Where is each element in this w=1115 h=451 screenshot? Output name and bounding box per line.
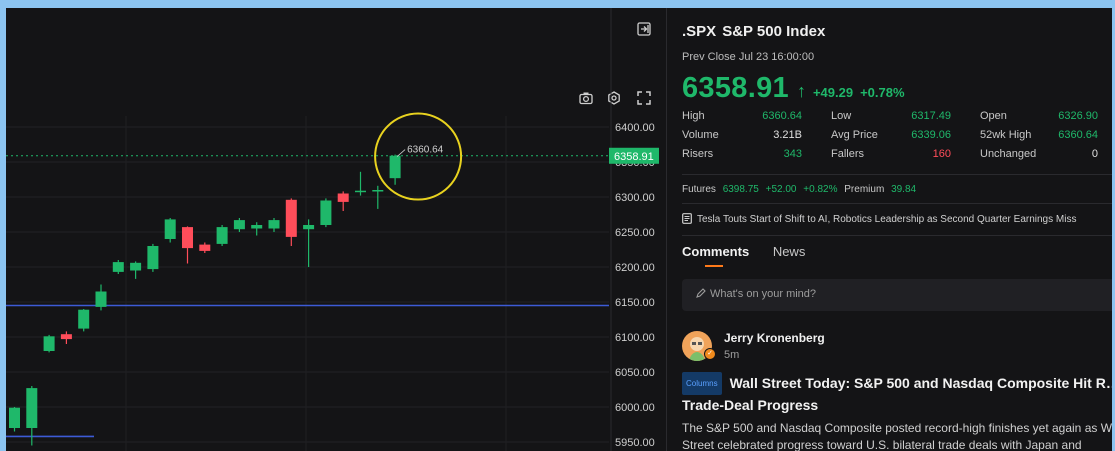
app-window: 6360.646400.006350.006300.006250.006200.…	[6, 8, 1112, 451]
price-axis-label: 6300.00	[615, 192, 655, 204]
candle-body	[9, 407, 20, 428]
stat-label: 52wk High	[980, 129, 1032, 141]
quote-panel: .SPX S&P 500 Index Prev Close Jul 23 16:0…	[666, 8, 1112, 451]
chart-pane[interactable]: 6360.646400.006350.006300.006250.006200.…	[6, 8, 661, 451]
candle-body	[43, 336, 55, 351]
price-axis-label: 6400.00	[615, 122, 655, 134]
composer-placeholder: What's on your mind?	[710, 288, 817, 300]
post-title-text: Wall Street Today: S&P 500 and Nasdaq Co…	[682, 375, 1112, 413]
stat-label: Low	[831, 110, 852, 122]
price-axis-label: 6100.00	[615, 332, 655, 344]
candle-body	[182, 227, 193, 249]
ticker-symbol: .SPX	[682, 23, 717, 40]
candle-body	[130, 262, 142, 271]
stat-value: 160	[932, 148, 951, 160]
last-price: 6358.91	[682, 72, 789, 104]
category-badge: Columns	[682, 372, 722, 395]
highlight-circle	[374, 112, 463, 201]
stat-value: 0	[1091, 148, 1098, 160]
post-body: The S&P 500 and Nasdaq Composite posted …	[682, 421, 1112, 451]
premium-label: Premium	[844, 184, 885, 195]
price-axis-label: 6150.00	[615, 297, 655, 309]
candle-body	[216, 227, 228, 244]
stat-value: 6339.06	[911, 129, 951, 141]
stat-value: 6360.64	[762, 110, 802, 122]
stat-label: Open	[980, 110, 1007, 122]
stat-label: High	[682, 110, 705, 122]
tab-news[interactable]: News	[773, 244, 806, 259]
arrow-up-icon: ↑	[796, 81, 806, 101]
candle-body	[337, 193, 349, 202]
candle-body	[112, 262, 124, 272]
stats-row: Risers 343 Fallers 160 Unchanged 0	[682, 148, 1112, 167]
price-axis-label: 6000.00	[615, 402, 655, 414]
comment-composer[interactable]: What's on your mind?	[682, 279, 1112, 311]
candle-body	[285, 199, 297, 237]
news-headline-text: Tesla Touts Start of Shift to AI, Roboti…	[697, 214, 1077, 225]
post-title[interactable]: Columns Wall Street Today: S&P 500 and Na…	[682, 372, 1112, 416]
quote-header: .SPX S&P 500 Index	[682, 23, 825, 40]
verified-badge-icon: ✓	[704, 348, 716, 360]
stat-label: Risers	[682, 148, 714, 160]
candle-body	[372, 190, 384, 192]
candle-body	[164, 219, 176, 239]
current-price-tag-label: 6358.91	[614, 151, 654, 163]
stat-label: Avg Price	[831, 129, 878, 141]
tab-bar: Comments News	[682, 244, 825, 259]
candle-body	[95, 291, 107, 307]
index-name: S&P 500 Index	[722, 23, 826, 40]
stat-value: 6360.64	[1058, 129, 1098, 141]
candle-body	[147, 246, 159, 270]
news-headline-link[interactable]: Tesla Touts Start of Shift to AI, Roboti…	[682, 213, 1076, 227]
divider	[682, 235, 1112, 236]
futures-row[interactable]: Futures 6398.75 +52.00 +0.82% Premium 39…	[682, 184, 916, 195]
candle-body	[199, 244, 211, 251]
candlestick-chart[interactable]: 6360.646400.006350.006300.006250.006200.…	[6, 8, 661, 451]
candle-body	[251, 225, 263, 229]
stat-value: 343	[783, 148, 802, 160]
candle-body	[268, 220, 280, 229]
divider	[682, 174, 1112, 175]
futures-label: Futures	[682, 184, 716, 195]
stat-label: Unchanged	[980, 148, 1037, 160]
stat-label: Fallers	[831, 148, 865, 160]
candle-body	[26, 388, 38, 428]
post-author[interactable]: Jerry Kronenberg	[724, 331, 825, 345]
candle-body	[389, 155, 401, 179]
candle-body	[233, 220, 245, 230]
post-time: 5m	[724, 349, 740, 361]
price-axis-label: 5950.00	[615, 437, 655, 449]
price-axis-label: 6250.00	[615, 227, 655, 239]
price-change: +49.29	[812, 85, 854, 100]
price-row: 6358.91 ↑ +49.29 +0.78%	[682, 72, 905, 105]
candle-body	[60, 334, 72, 340]
stat-value: 3.21B	[773, 129, 802, 141]
stat-label: Volume	[682, 129, 719, 141]
stats-row: High 6360.64 Low 6317.49 Open 6326.90	[682, 110, 1112, 129]
candle-body	[320, 200, 332, 225]
premium-value: 39.84	[891, 184, 917, 195]
stats-row: Volume 3.21B Avg Price 6339.06 52wk High…	[682, 129, 1112, 148]
prev-close-label: Prev Close Jul 23 16:00:00	[682, 51, 815, 63]
candle-body	[355, 190, 366, 193]
stats-grid: High 6360.64 Low 6317.49 Open 6326.90 Vo…	[682, 110, 1112, 167]
stat-value: 6317.49	[911, 110, 951, 122]
stat-value: 6326.90	[1058, 110, 1098, 122]
price-change-percent: +0.78%	[860, 85, 905, 100]
candle-body	[78, 309, 90, 329]
document-icon	[682, 213, 692, 227]
price-axis-label: 6050.00	[615, 367, 655, 379]
futures-value: 6398.75	[722, 184, 759, 195]
divider	[682, 203, 1112, 204]
price-axis-label: 6200.00	[615, 262, 655, 274]
edit-icon	[696, 288, 706, 301]
tab-comments[interactable]: Comments	[682, 244, 749, 259]
candle-body	[303, 225, 315, 230]
futures-change-percent: +0.82%	[803, 184, 838, 195]
futures-change: +52.00	[765, 184, 797, 195]
high-annotation-label: 6360.64	[407, 145, 444, 156]
active-tab-indicator	[705, 265, 723, 267]
